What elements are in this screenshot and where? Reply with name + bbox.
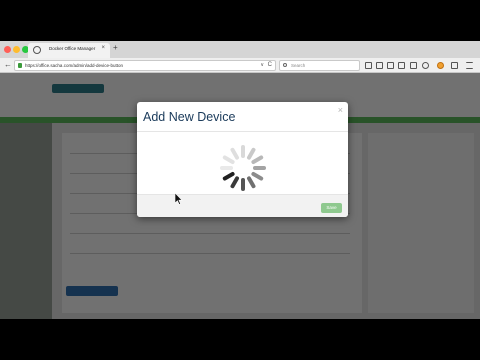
tab-bar: Docker Office Manager × + — [0, 41, 480, 58]
browser-tab[interactable]: Docker Office Manager × — [28, 43, 110, 58]
menu-icon[interactable] — [466, 62, 473, 69]
pocket-icon[interactable] — [398, 62, 405, 69]
bookmark-star-icon[interactable] — [365, 62, 372, 69]
modal-divider — [137, 131, 348, 132]
lock-icon — [18, 63, 22, 68]
downloads-icon[interactable] — [387, 62, 394, 69]
url-dropdown-icon[interactable]: ∨ — [260, 62, 264, 68]
nav-bar: ← https://office.sacha.com/admin/add-dev… — [0, 58, 480, 73]
mouse-cursor-icon — [175, 193, 183, 205]
new-tab-button[interactable]: + — [113, 44, 118, 52]
modal-footer: Save — [137, 194, 348, 217]
minimize-window-button[interactable] — [13, 46, 20, 53]
reading-list-icon[interactable] — [376, 62, 383, 69]
tab-title: Docker Office Manager — [49, 46, 96, 51]
save-button[interactable]: Save — [321, 203, 342, 213]
reload-button[interactable]: C — [268, 62, 272, 68]
home-icon[interactable] — [410, 62, 417, 69]
back-button[interactable]: ← — [4, 61, 12, 69]
close-window-button[interactable] — [4, 46, 11, 53]
search-icon — [283, 63, 287, 67]
modal-title: Add New Device — [143, 110, 236, 124]
tab-close-icon[interactable]: × — [101, 45, 105, 51]
url-text: https://office.sacha.com/admin/add-devic… — [25, 63, 123, 68]
favicon-icon — [33, 46, 41, 54]
search-placeholder: Search — [291, 63, 306, 68]
loading-spinner-icon — [220, 145, 266, 191]
add-device-modal: Add New Device × Save — [137, 102, 348, 217]
account-icon[interactable] — [437, 62, 444, 69]
close-icon[interactable]: × — [338, 106, 343, 115]
browser-chrome: Docker Office Manager × + ← https://offi… — [0, 41, 480, 73]
sidebar-icon[interactable] — [451, 62, 458, 69]
search-input[interactable]: Search — [279, 60, 360, 71]
address-bar[interactable]: https://office.sacha.com/admin/add-devic… — [14, 60, 276, 71]
extension-icon[interactable] — [422, 62, 429, 69]
